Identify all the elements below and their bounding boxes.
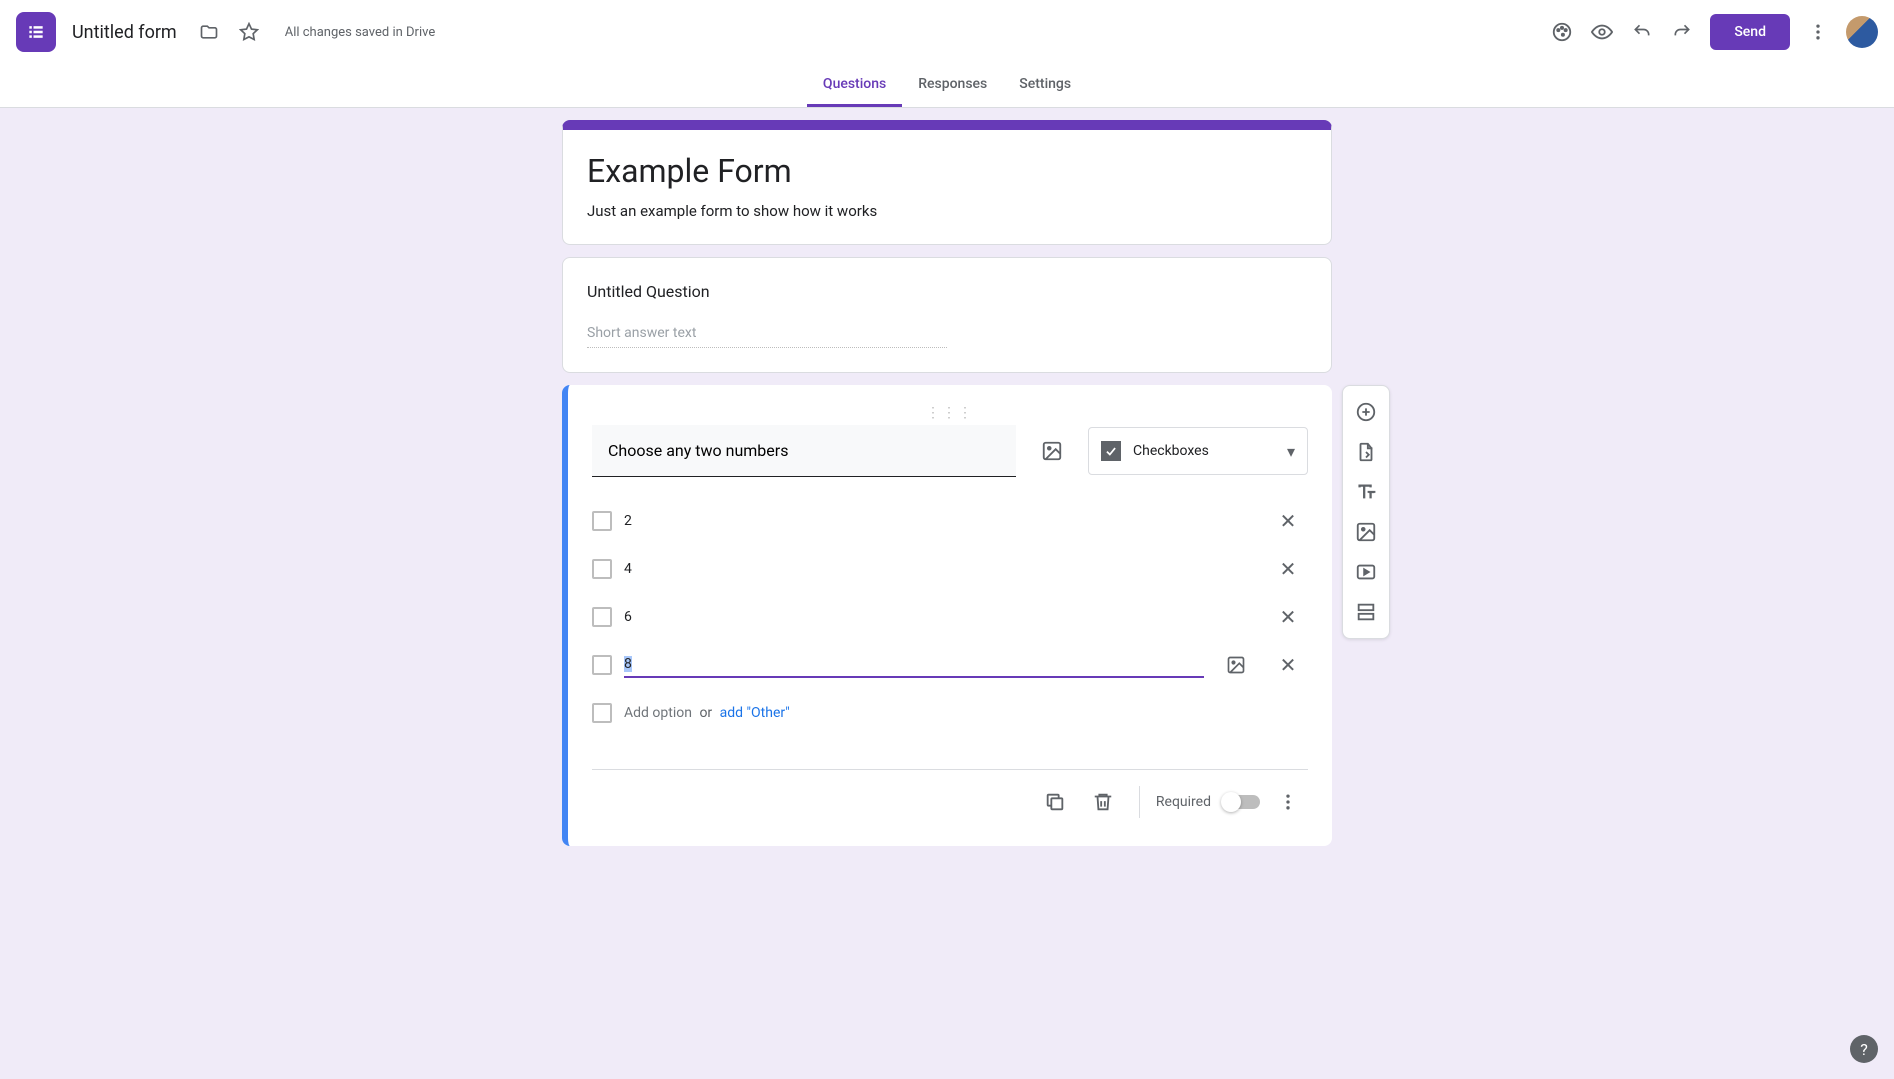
form-header-card[interactable]: Example Form Just an example form to sho… xyxy=(562,120,1332,245)
checkbox-icon xyxy=(592,655,612,675)
question-type-select[interactable]: Checkboxes ▾ xyxy=(1088,427,1308,475)
divider xyxy=(1139,786,1140,818)
duplicate-question-button[interactable] xyxy=(1035,782,1075,822)
add-image-to-option-button[interactable] xyxy=(1216,645,1256,685)
star-button[interactable] xyxy=(229,12,269,52)
question-card-2-active[interactable]: ⋮⋮⋮ Checkboxes ▾ 2 xyxy=(562,385,1332,846)
remove-option-1-button[interactable]: ✕ xyxy=(1268,509,1308,533)
option-3-text[interactable]: 6 xyxy=(624,605,1256,629)
add-title-description-button[interactable] xyxy=(1343,472,1389,512)
send-button[interactable]: Send xyxy=(1710,14,1790,50)
question-footer: Required xyxy=(592,769,1308,822)
add-option-link[interactable]: Add option xyxy=(624,705,692,721)
remove-option-4-button[interactable]: ✕ xyxy=(1268,653,1308,677)
chevron-down-icon: ▾ xyxy=(1287,442,1295,461)
remove-option-2-button[interactable]: ✕ xyxy=(1268,557,1308,581)
option-4-text-editing[interactable]: 8 xyxy=(624,652,1204,678)
question-title-input[interactable] xyxy=(592,425,1016,477)
question-1-title[interactable]: Untitled Question xyxy=(587,282,1307,301)
question-type-label: Checkboxes xyxy=(1133,443,1275,459)
form-title[interactable]: Example Form xyxy=(587,152,1307,190)
add-video-button[interactable] xyxy=(1343,552,1389,592)
help-button[interactable]: ? xyxy=(1850,1035,1878,1063)
redo-button[interactable] xyxy=(1662,12,1702,52)
required-toggle[interactable] xyxy=(1223,795,1260,809)
option-row-1[interactable]: 2 ✕ xyxy=(592,497,1308,545)
tab-responses[interactable]: Responses xyxy=(902,64,1003,107)
add-image-to-question-button[interactable] xyxy=(1032,431,1072,471)
option-row-4-editing[interactable]: 8 ✕ xyxy=(592,641,1308,689)
tab-questions[interactable]: Questions xyxy=(807,64,902,107)
question-more-button[interactable] xyxy=(1268,782,1308,822)
delete-question-button[interactable] xyxy=(1083,782,1123,822)
or-text: or xyxy=(699,705,712,721)
checkbox-type-icon xyxy=(1101,441,1121,461)
side-toolbar xyxy=(1342,385,1390,639)
customize-theme-button[interactable] xyxy=(1542,12,1582,52)
option-2-text[interactable]: 4 xyxy=(624,557,1256,581)
form-description[interactable]: Just an example form to show how it work… xyxy=(587,202,1307,220)
option-1-text[interactable]: 2 xyxy=(624,509,1256,533)
checkbox-icon xyxy=(592,559,612,579)
topbar: Untitled form All changes saved in Drive… xyxy=(0,0,1894,64)
checkbox-icon xyxy=(592,703,612,723)
required-label: Required xyxy=(1156,794,1211,810)
tab-settings[interactable]: Settings xyxy=(1003,64,1087,107)
question-card-1[interactable]: Untitled Question Short answer text xyxy=(562,257,1332,373)
form-tabs: Questions Responses Settings xyxy=(0,64,1894,108)
checkbox-icon xyxy=(592,511,612,531)
remove-option-3-button[interactable]: ✕ xyxy=(1268,605,1308,629)
save-status-text: All changes saved in Drive xyxy=(285,25,436,40)
short-answer-placeholder: Short answer text xyxy=(587,325,947,348)
import-questions-button[interactable] xyxy=(1343,432,1389,472)
add-other-link[interactable]: add "Other" xyxy=(720,705,790,721)
preview-button[interactable] xyxy=(1582,12,1622,52)
add-image-button[interactable] xyxy=(1343,512,1389,552)
add-option-row: Add option or add "Other" xyxy=(592,689,1308,737)
document-title[interactable]: Untitled form xyxy=(72,22,177,43)
checkbox-icon xyxy=(592,607,612,627)
option-row-3[interactable]: 6 ✕ xyxy=(592,593,1308,641)
move-to-folder-button[interactable] xyxy=(189,12,229,52)
option-row-2[interactable]: 4 ✕ xyxy=(592,545,1308,593)
avatar[interactable] xyxy=(1846,16,1878,48)
more-options-button[interactable] xyxy=(1798,12,1838,52)
form-canvas: Example Form Just an example form to sho… xyxy=(562,120,1332,846)
add-question-button[interactable] xyxy=(1343,392,1389,432)
drag-handle-icon[interactable]: ⋮⋮⋮ xyxy=(592,409,1308,417)
forms-logo-icon xyxy=(16,12,56,52)
add-section-button[interactable] xyxy=(1343,592,1389,632)
undo-button[interactable] xyxy=(1622,12,1662,52)
